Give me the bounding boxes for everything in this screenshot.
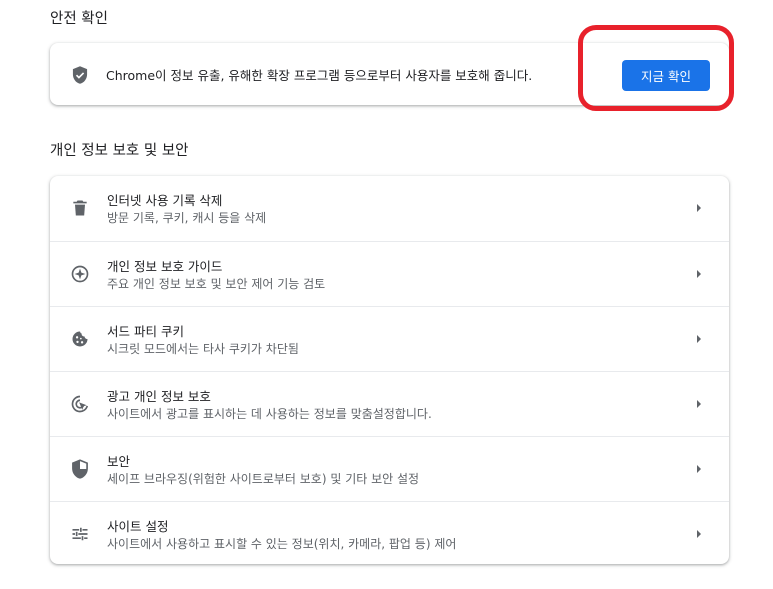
cookie-icon: [70, 329, 90, 349]
safety-check-title: 안전 확인: [50, 11, 108, 27]
compass-icon: [70, 264, 90, 284]
check-now-button[interactable]: 지금 확인: [622, 60, 710, 91]
row-subtitle: 세이프 브라우징(위험한 사이트로부터 보호) 및 기타 보안 설정: [107, 472, 420, 486]
row-title: 서드 파티 쿠키: [107, 324, 184, 339]
security-shield-icon: [70, 459, 90, 479]
ad-privacy-row[interactable]: 광고 개인 정보 보호 사이트에서 광고를 표시하는 데 사용하는 정보를 맞춤…: [50, 371, 729, 436]
sliders-icon: [70, 524, 90, 544]
chevron-right-icon: [695, 269, 703, 279]
row-subtitle: 주요 개인 정보 보호 및 보안 제어 기능 검토: [107, 277, 326, 291]
privacy-security-card: 인터넷 사용 기록 삭제 방문 기록, 쿠키, 캐시 등을 삭제 개인 정보 보…: [50, 176, 729, 564]
row-title: 개인 정보 보호 가이드: [107, 259, 223, 274]
row-subtitle: 시크릿 모드에서는 타사 쿠키가 차단됨: [107, 342, 299, 356]
chevron-right-icon: [695, 399, 703, 409]
safety-check-row: Chrome이 정보 유출, 유해한 확장 프로그램 등으로부터 사용자를 보호…: [50, 43, 729, 105]
row-subtitle: 방문 기록, 쿠키, 캐시 등을 삭제: [107, 211, 267, 225]
site-settings-row[interactable]: 사이트 설정 사이트에서 사용하고 표시할 수 있는 정보(위치, 카메라, 팝…: [50, 501, 729, 566]
chevron-right-icon: [695, 334, 703, 344]
safety-check-card: Chrome이 정보 유출, 유해한 확장 프로그램 등으로부터 사용자를 보호…: [50, 43, 729, 105]
row-title: 보안: [107, 454, 131, 469]
third-party-cookies-row[interactable]: 서드 파티 쿠키 시크릿 모드에서는 타사 쿠키가 차단됨: [50, 306, 729, 371]
security-row[interactable]: 보안 세이프 브라우징(위험한 사이트로부터 보호) 및 기타 보안 설정: [50, 436, 729, 501]
chevron-right-icon: [695, 529, 703, 539]
safety-check-description: Chrome이 정보 유출, 유해한 확장 프로그램 등으로부터 사용자를 보호…: [106, 68, 533, 83]
row-title: 인터넷 사용 기록 삭제: [107, 193, 223, 208]
row-title: 사이트 설정: [107, 519, 169, 534]
clear-browsing-data-row[interactable]: 인터넷 사용 기록 삭제 방문 기록, 쿠키, 캐시 등을 삭제: [50, 176, 729, 241]
row-title: 광고 개인 정보 보호: [107, 389, 211, 404]
settings-page: 안전 확인 Chrome이 정보 유출, 유해한 확장 프로그램 등으로부터 사…: [0, 0, 773, 589]
row-subtitle: 사이트에서 사용하고 표시할 수 있는 정보(위치, 카메라, 팝업 등) 제어: [107, 537, 457, 551]
privacy-security-title: 개인 정보 보호 및 보안: [50, 143, 189, 159]
chevron-right-icon: [695, 464, 703, 474]
chevron-right-icon: [695, 203, 703, 213]
ad-privacy-icon: [70, 394, 90, 414]
row-subtitle: 사이트에서 광고를 표시하는 데 사용하는 정보를 맞춤설정합니다.: [107, 407, 432, 421]
shield-check-icon: [70, 65, 90, 85]
trash-icon: [70, 198, 90, 218]
privacy-guide-row[interactable]: 개인 정보 보호 가이드 주요 개인 정보 보호 및 보안 제어 기능 검토: [50, 241, 729, 306]
